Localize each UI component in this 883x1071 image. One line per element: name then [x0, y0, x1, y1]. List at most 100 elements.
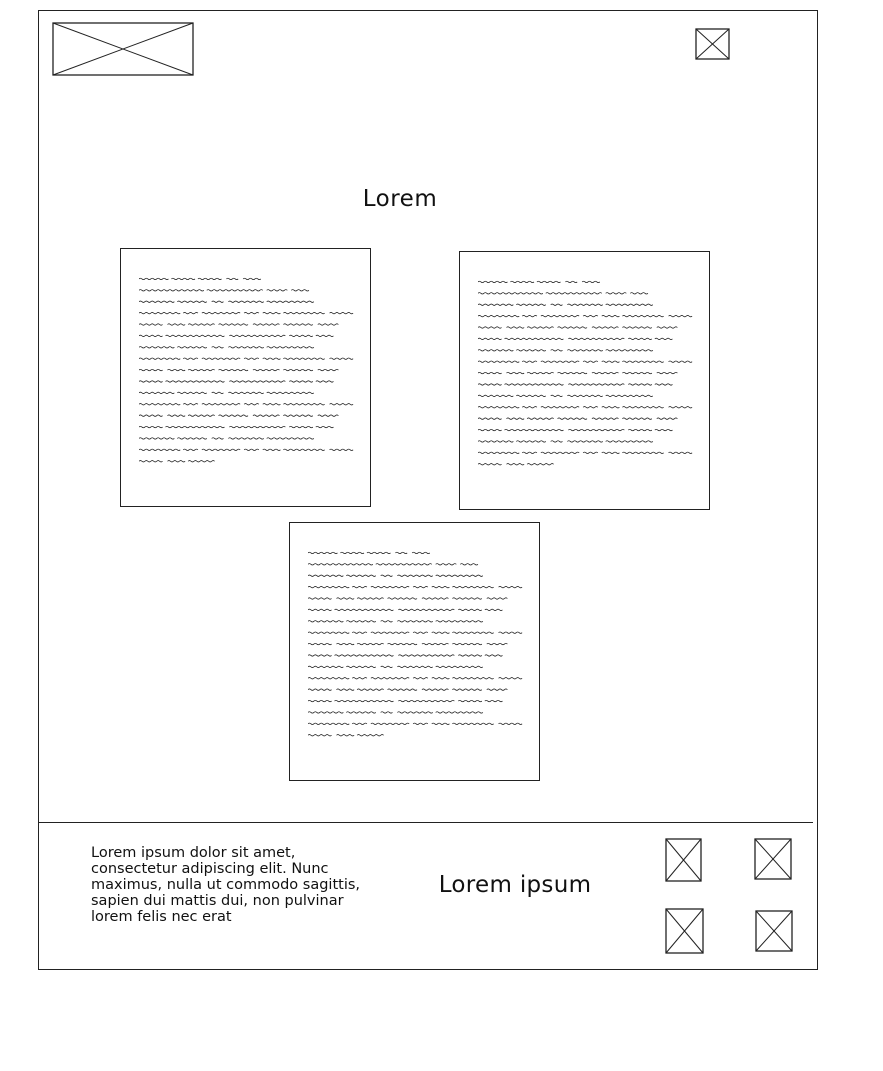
placeholder-text-squiggle	[568, 428, 625, 432]
placeholder-text-squiggle	[478, 326, 502, 329]
placeholder-text-squiggle	[317, 414, 339, 417]
placeholder-text-squiggle	[628, 337, 653, 340]
placeholder-text-squiggle	[568, 337, 625, 340]
placeholder-text-squiggle	[336, 734, 355, 737]
placeholder-text-squiggle	[182, 448, 199, 451]
footer-image-placeholder-icon[interactable]	[665, 908, 704, 954]
placeholder-text-squiggle	[431, 722, 450, 725]
placeholder-text-squiggle	[182, 312, 199, 315]
placeholder-text-squiggle	[187, 414, 215, 417]
placeholder-text-squiggle	[262, 403, 281, 406]
footer-image-placeholder-icon[interactable]	[754, 838, 792, 880]
placeholder-text-squiggle	[266, 346, 315, 349]
placeholder-text-squiggle	[498, 631, 523, 634]
content-card[interactable]	[289, 522, 540, 781]
placeholder-text-squiggle	[567, 394, 604, 397]
placeholder-text-squiggle	[308, 677, 350, 680]
placeholder-text-squiggle	[459, 563, 479, 566]
placeholder-text-squiggle	[356, 643, 384, 646]
placeholder-text-squiggle	[654, 383, 673, 386]
placeholder-text-squiggle	[228, 437, 265, 440]
content-card[interactable]	[120, 248, 371, 507]
placeholder-text-squiggle	[506, 463, 525, 466]
placeholder-text-squiggle	[526, 326, 554, 329]
placeholder-text-squiggle	[431, 677, 450, 680]
placeholder-text-squiggle	[211, 300, 224, 303]
logo-image-placeholder-icon[interactable]	[52, 22, 194, 76]
placeholder-text-squiggle	[283, 312, 325, 315]
placeholder-text-squiggle	[478, 383, 502, 386]
placeholder-text-squiggle	[458, 699, 483, 703]
placeholder-text-squiggle	[165, 425, 225, 429]
placeholder-text-squiggle	[243, 403, 260, 406]
placeholder-text-squiggle	[582, 406, 599, 409]
placeholder-text-squiggle	[601, 406, 620, 409]
placeholder-text-squiggle	[452, 722, 494, 725]
placeholder-text-squiggle	[380, 665, 393, 668]
placeholder-text-squiggle	[412, 631, 429, 634]
placeholder-text-squiggle	[308, 586, 350, 589]
placeholder-text-squiggle	[356, 597, 384, 600]
placeholder-text-squiggle	[486, 643, 508, 646]
placeholder-text-squiggle	[243, 448, 260, 451]
placeholder-text-squiggle	[516, 394, 547, 397]
placeholder-text-squiggle	[139, 346, 175, 349]
placeholder-text-squiggle	[622, 315, 664, 318]
placeholder-text-squiggle	[211, 346, 224, 349]
placeholder-text-squiggle	[346, 711, 377, 714]
placeholder-text-squiggle	[668, 315, 693, 318]
placeholder-text-squiggle	[177, 346, 208, 349]
placeholder-text-squiggle	[139, 425, 163, 429]
placeholder-text-squiggle	[308, 665, 344, 668]
placeholder-text-squiggle	[628, 428, 653, 432]
placeholder-text-squiggle	[171, 277, 196, 281]
placeholder-text-squiggle	[197, 277, 222, 281]
placeholder-text-squiggle	[452, 643, 483, 646]
placeholder-text-squiggle	[351, 677, 368, 680]
placeholder-text-squiggle	[229, 425, 286, 429]
placeholder-text-squiggle	[139, 414, 163, 417]
placeholder-text-squiggle	[435, 574, 484, 577]
placeholder-text-squiggle	[211, 437, 224, 440]
placeholder-text-squiggle	[478, 303, 514, 306]
top-right-image-placeholder-icon[interactable]	[695, 28, 730, 60]
placeholder-text-squiggle	[478, 360, 520, 363]
footer-image-placeholder-icon[interactable]	[755, 910, 793, 952]
placeholder-text-squiggle	[308, 643, 332, 646]
placeholder-text-squiggle	[668, 451, 693, 454]
placeholder-text-squiggle	[346, 574, 377, 577]
placeholder-text-squiggle	[351, 631, 368, 634]
placeholder-text-squiggle	[346, 620, 377, 623]
placeholder-text-squiggle	[139, 460, 163, 463]
placeholder-text-squiggle	[421, 643, 449, 646]
footer-image-placeholder-icon[interactable]	[665, 838, 702, 882]
page-heading: Lorem	[362, 186, 438, 212]
placeholder-text-squiggle	[486, 688, 508, 691]
placeholder-text-squiggle	[289, 380, 314, 383]
placeholder-text-squiggle	[167, 369, 186, 372]
placeholder-text-squiggle	[605, 303, 654, 306]
placeholder-text-squiggle	[458, 608, 483, 611]
placeholder-text-squiggle	[628, 383, 653, 386]
placeholder-text-squiggle	[526, 417, 554, 420]
placeholder-text-squiggle	[317, 323, 339, 326]
content-card[interactable]	[459, 251, 710, 510]
placeholder-text-squiggle	[557, 372, 588, 375]
placeholder-text-squiggle	[317, 369, 339, 372]
placeholder-text-squiggle	[308, 688, 332, 691]
placeholder-text-squiggle	[334, 654, 394, 657]
placeholder-text-squiggle	[315, 425, 334, 429]
placeholder-text-squiggle	[498, 677, 523, 680]
placeholder-text-squiggle	[550, 440, 563, 443]
placeholder-text-squiggle	[550, 303, 563, 306]
placeholder-text-squiggle	[478, 394, 514, 397]
placeholder-text-squiggle	[582, 360, 599, 363]
placeholder-text-squiggle	[516, 440, 547, 443]
placeholder-text-squiggle	[557, 326, 588, 329]
placeholder-text-squiggle	[622, 326, 653, 329]
placeholder-text-squiggle	[167, 414, 186, 417]
placeholder-text-squiggle	[622, 360, 664, 363]
placeholder-text-squiggle	[387, 688, 418, 691]
placeholder-text-squiggle	[228, 346, 265, 349]
placeholder-text-squiggle	[262, 312, 281, 315]
